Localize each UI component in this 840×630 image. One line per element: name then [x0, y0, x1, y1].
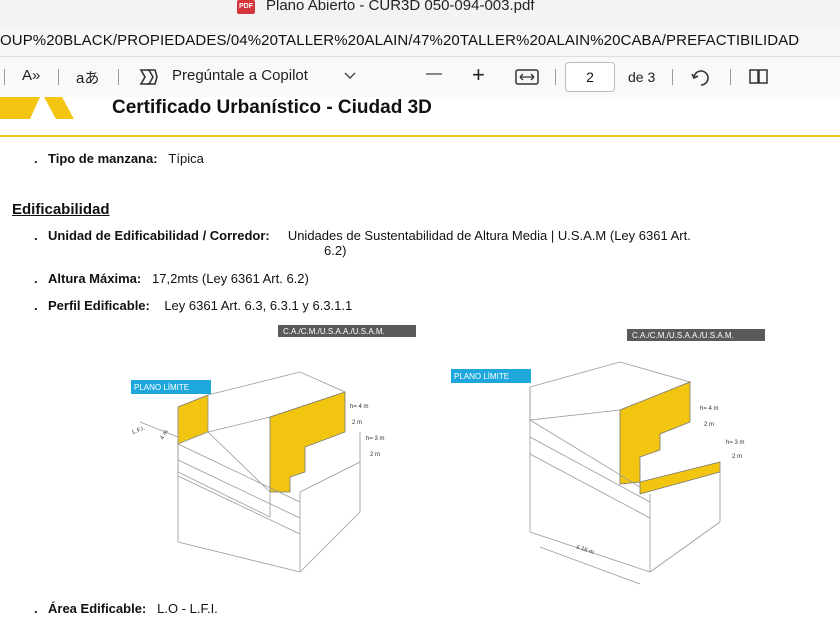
read-aloud-button[interactable]: A» [22, 67, 40, 84]
area-label: Área Edificable: [48, 601, 147, 616]
copilot-label[interactable]: Pregúntale a Copilot [172, 67, 308, 84]
plano-limite-left: PLANO LÍMITE [134, 383, 189, 392]
section-title: Edificabilidad [12, 201, 110, 218]
tag-left: C.A./C.M./U.S.A.A./U.S.A.M. [283, 327, 385, 336]
plano-limite-right: PLANO LÍMITE [454, 372, 509, 381]
area-value: L.O - L.F.I. [157, 601, 218, 616]
dim-h4-right: h= 4 m [700, 406, 719, 412]
dim-2m-left-2: 2 m [370, 452, 380, 458]
dim-2m-right: 2 m [704, 422, 714, 428]
dim-16m: ≤ 16 m [575, 544, 594, 556]
pdf-file-icon: PDF [237, 0, 255, 14]
tag-right: C.A./C.M./U.S.A.A./U.S.A.M. [632, 331, 734, 340]
zoom-in-button[interactable]: + [472, 62, 485, 88]
toolbar-divider [118, 69, 119, 85]
address-bar[interactable]: OUP%20BLACK/PROPIEDADES/04%20TALLER%20AL… [0, 28, 840, 57]
perfil-row: . Perfil Edificable: Ley 6361 Art. 6.3, 6… [34, 298, 353, 313]
toolbar-divider [4, 69, 5, 85]
copilot-icon [139, 69, 158, 85]
document-title: Certificado Urbanístico - Ciudad 3D [112, 97, 432, 118]
unidad-value-cont: 6.2) [324, 243, 347, 258]
perfil-label: Perfil Edificable: [48, 298, 150, 313]
ciudad-logo [0, 97, 74, 119]
toolbar-divider [555, 69, 556, 85]
window-titlebar: PDF Plano Abierto - CUR3D 050-094-003.pd… [0, 0, 840, 28]
dim-2m-right-2: 2 m [732, 454, 742, 460]
zoom-out-button[interactable]: — [426, 65, 442, 83]
dim-4m: 4 m [160, 429, 170, 441]
tipo-manzana-row: . Tipo de manzana: Típica [34, 151, 204, 166]
pdf-page: Certificado Urbanístico - Ciudad 3D . Tip… [0, 97, 840, 630]
dim-h3-right: h= 3 m [726, 440, 745, 446]
tipo-label: Tipo de manzana: [48, 151, 158, 166]
rotate-icon[interactable] [690, 67, 712, 89]
toolbar-divider [58, 69, 59, 85]
tipo-value: Típica [168, 151, 204, 166]
dim-lfi: L.F.I. [132, 426, 147, 436]
unidad-label: Unidad de Edificabilidad / Corredor: [48, 228, 270, 243]
page-number-input[interactable]: 2 [565, 62, 615, 92]
address-url[interactable]: OUP%20BLACK/PROPIEDADES/04%20TALLER%20AL… [0, 32, 799, 49]
header-rule [0, 135, 840, 137]
dim-h3-left: h= 3 m [366, 436, 385, 442]
perfil-diagram: C.A./C.M./U.S.A.A./U.S.A.M. C.A./C.M./U.… [131, 325, 765, 585]
page-total: de 3 [628, 69, 656, 85]
pdf-toolbar: A» aあ Pregúntale a Copilot — + 2 de 3 [0, 57, 840, 98]
dim-h4-left: h= 4 m [350, 404, 369, 410]
altura-value: 17,2mts (Ley 6361 Art. 6.2) [152, 271, 309, 286]
dim-2m-left: 2 m [352, 420, 362, 426]
fit-width-icon[interactable] [515, 69, 539, 85]
perfil-value: Ley 6361 Art. 6.3, 6.3.1 y 6.3.1.1 [164, 298, 353, 313]
window-title: Plano Abierto - CUR3D 050-094-003.pdf [266, 0, 535, 14]
altura-label: Altura Máxima: [48, 271, 142, 286]
area-row: . Área Edificable: L.O - L.F.I. [34, 601, 218, 616]
toolbar-divider [672, 69, 673, 85]
toolbar-divider [730, 69, 731, 85]
unidad-value: Unidades de Sustentabilidad de Altura Me… [287, 228, 691, 243]
translate-button[interactable]: aあ [76, 67, 99, 88]
chevron-down-icon[interactable] [344, 72, 356, 80]
altura-row: . Altura Máxima: 17,2mts (Ley 6361 Art. 6… [34, 271, 309, 286]
page-view-icon[interactable] [748, 68, 770, 86]
unidad-row: . Unidad de Edificabilidad / Corredor: Un… [34, 228, 691, 243]
